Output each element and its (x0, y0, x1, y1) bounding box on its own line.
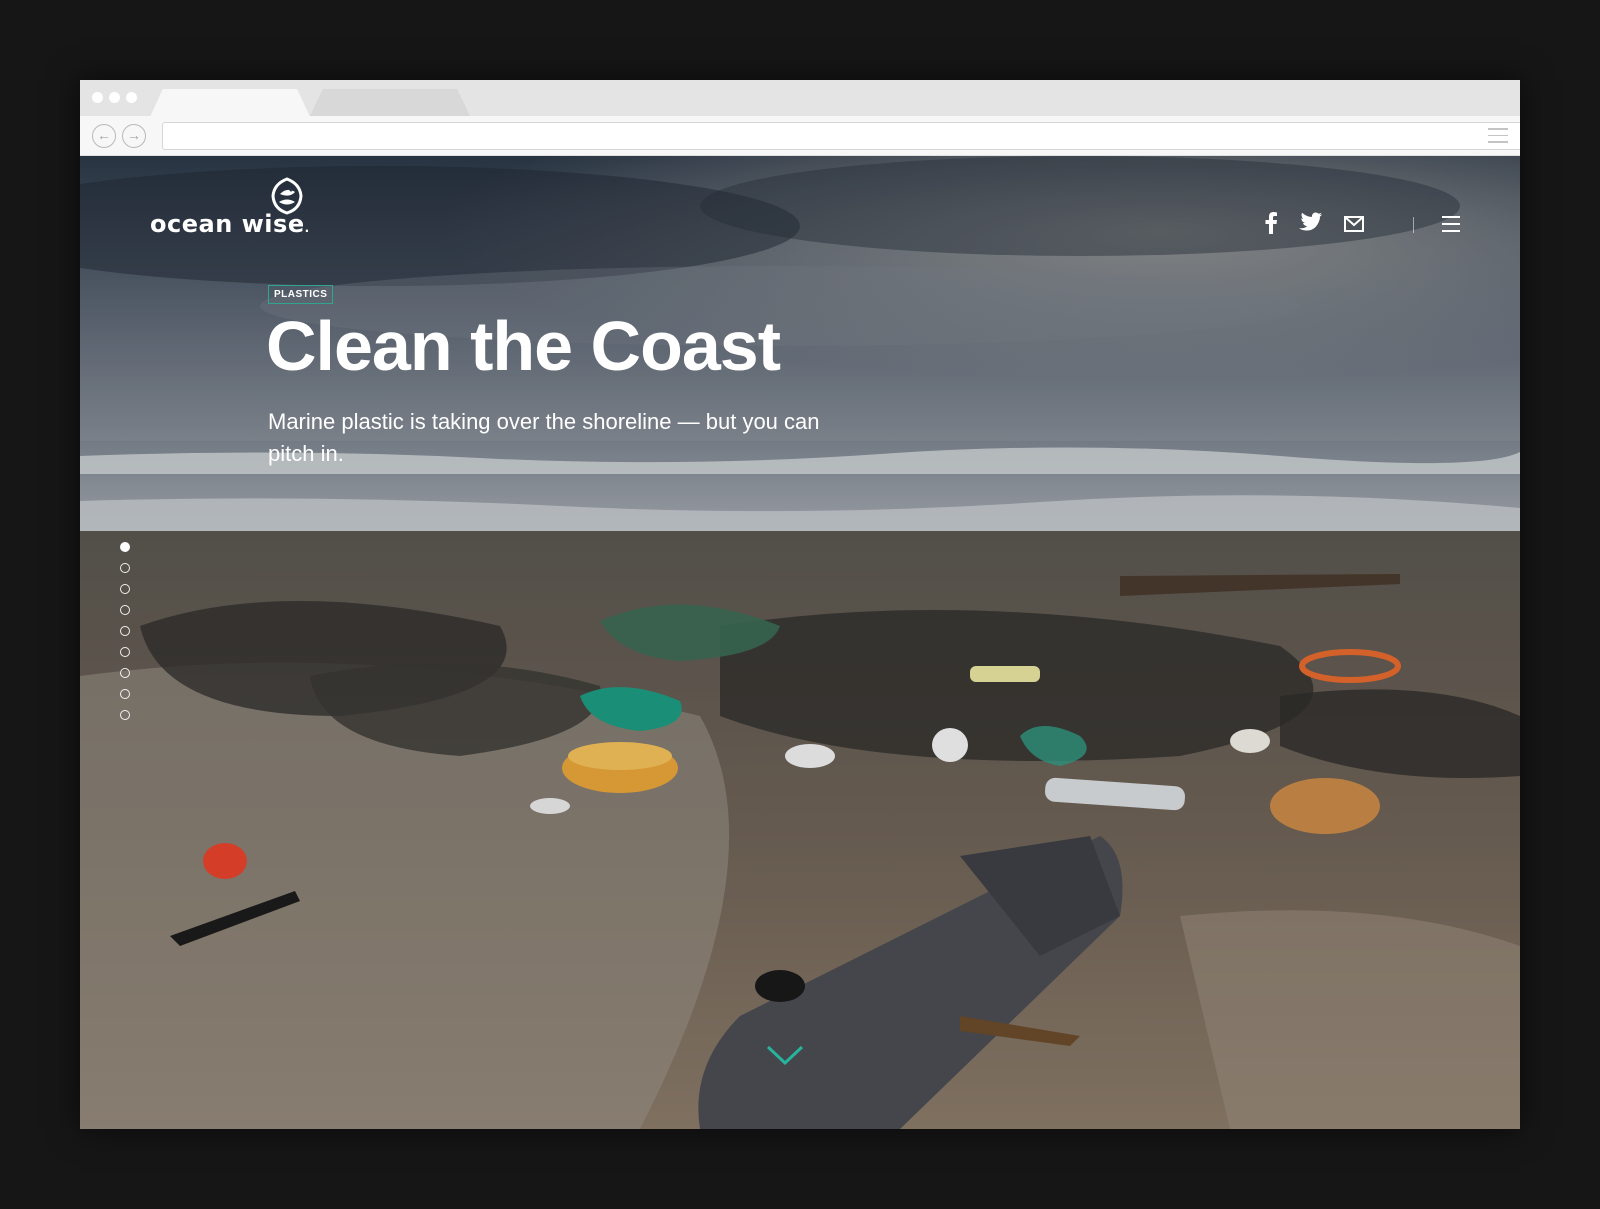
hero-section: ocean wise. PLASTICS Clean the Coast Mar… (80, 156, 1520, 1129)
hamburger-menu-icon[interactable] (1442, 216, 1460, 237)
pager-dot-6[interactable] (120, 647, 130, 657)
window-zoom-dot[interactable] (126, 92, 137, 103)
pager-dot-3[interactable] (120, 584, 130, 594)
pager-dot-7[interactable] (120, 668, 130, 678)
page-title: Clean the Coast (266, 307, 781, 385)
hero-subtitle: Marine plastic is taking over the shorel… (268, 409, 820, 466)
logo-registered-mark: . (304, 221, 310, 235)
window-close-dot[interactable] (92, 92, 103, 103)
forward-icon[interactable]: → (122, 124, 146, 148)
browser-tab-bar (80, 80, 1520, 117)
window-minimize-dot[interactable] (109, 92, 120, 103)
browser-toolbar: ← → (80, 116, 1520, 156)
facebook-icon[interactable] (1264, 212, 1278, 236)
browser-menu-icon[interactable] (1488, 128, 1508, 148)
chevron-down-icon[interactable] (766, 1044, 804, 1071)
pager-dot-5[interactable] (120, 626, 130, 636)
browser-tab-inactive[interactable] (310, 89, 470, 116)
pager-dot-9[interactable] (120, 710, 130, 720)
twitter-icon[interactable] (1298, 212, 1322, 236)
browser-window: ← → ocean wise. PLASTICS Clean the Coast… (80, 80, 1520, 1129)
category-tag[interactable]: PLASTICS (268, 285, 334, 304)
pager-dot-1[interactable] (120, 542, 130, 552)
pager-dot-8[interactable] (120, 689, 130, 699)
back-icon[interactable]: ← (92, 124, 116, 148)
pager-dot-4[interactable] (120, 605, 130, 615)
pager-dot-2[interactable] (120, 563, 130, 573)
section-pager (120, 542, 130, 731)
logo-wordmark: ocean wise (150, 210, 305, 238)
address-bar[interactable] (162, 122, 1520, 150)
ocean-wise-logo[interactable]: ocean wise. (150, 176, 320, 240)
browser-tab-active[interactable] (150, 89, 310, 117)
mail-icon[interactable] (1344, 216, 1364, 240)
header-divider (1413, 217, 1414, 233)
